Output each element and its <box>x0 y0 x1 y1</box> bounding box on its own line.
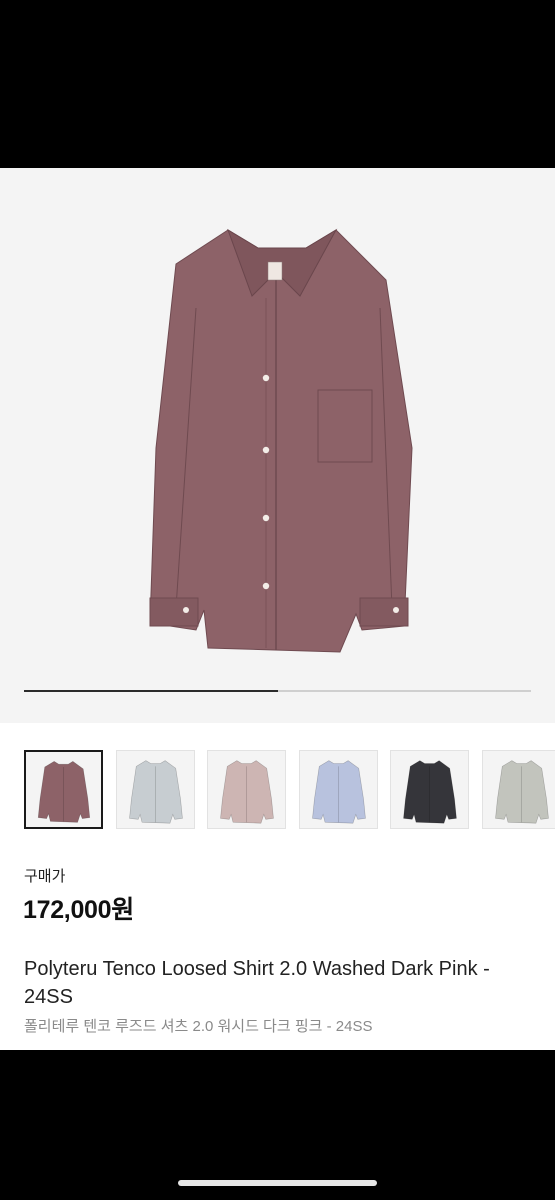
product-subtitle: 폴리테루 텐코 루즈드 셔츠 2.0 워시드 다크 핑크 - 24SS <box>24 1018 373 1035</box>
product-thumbnail[interactable] <box>24 750 103 829</box>
bottom-area <box>0 1050 555 1200</box>
product-thumbnail[interactable] <box>298 750 378 829</box>
shirt-thumbnail-image <box>37 761 91 823</box>
product-image-carousel[interactable] <box>0 168 555 723</box>
product-thumbnail[interactable] <box>207 750 286 829</box>
product-page: 구매가 172,000원 Polyteru Tenco Loosed Shirt… <box>0 168 555 1050</box>
price-value: 172,000원 <box>23 896 134 924</box>
product-thumbnail[interactable] <box>481 750 555 829</box>
price-label: 구매가 <box>24 868 66 885</box>
shirt-image <box>149 228 413 653</box>
thumbnail-strip[interactable] <box>0 750 555 830</box>
shirt-thumbnail-image <box>311 760 366 824</box>
carousel-progress-fill <box>24 690 278 692</box>
shirt-thumbnail-image <box>128 760 183 824</box>
product-title: Polyteru Tenco Loosed Shirt 2.0 Washed D… <box>24 958 490 1008</box>
shirt-thumbnail-image <box>220 760 274 824</box>
product-thumbnail[interactable] <box>390 750 469 829</box>
shirt-thumbnail-image <box>494 760 549 824</box>
status-bar-area <box>0 0 555 168</box>
carousel-progress-track <box>24 690 531 692</box>
product-thumbnail[interactable] <box>115 750 195 829</box>
shirt-thumbnail-image <box>403 760 457 824</box>
home-indicator <box>178 1180 377 1186</box>
